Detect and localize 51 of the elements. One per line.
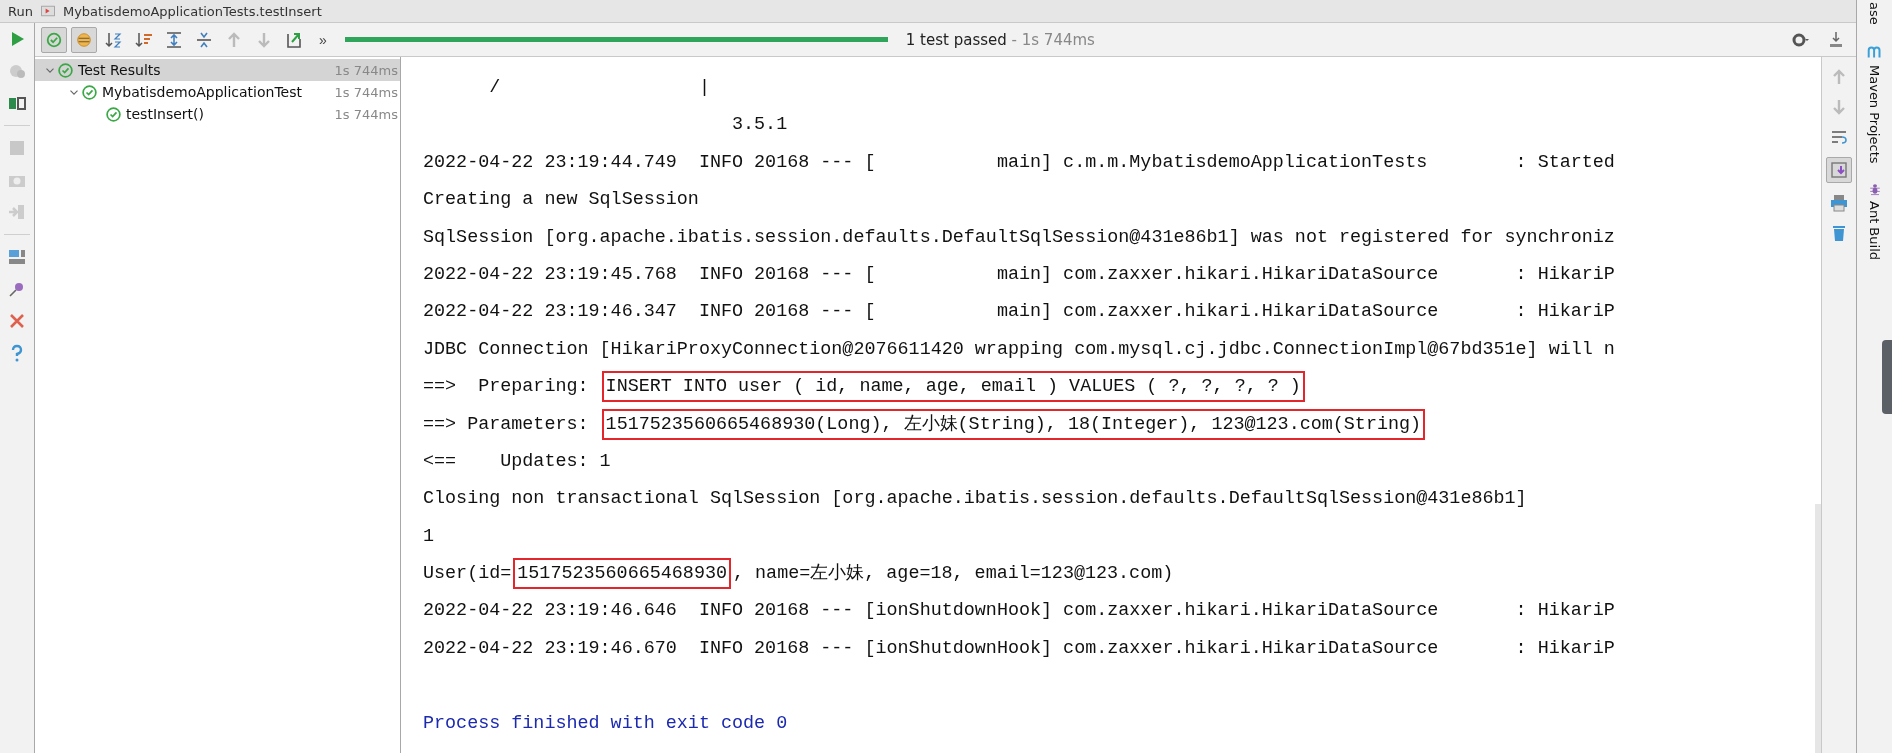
test-status: 1 test passed - 1s 744ms bbox=[905, 30, 1095, 49]
scroll-end-icon bbox=[1829, 160, 1849, 180]
tree-item[interactable]: MybatisdemoApplicationTest 1s 744ms bbox=[35, 81, 400, 103]
show-ignored-button[interactable] bbox=[71, 26, 97, 53]
tree-item[interactable]: testInsert() 1s 744ms bbox=[35, 103, 400, 125]
window-title: MybatisdemoApplicationTests.testInsert bbox=[62, 3, 322, 19]
log-text: 2022-04-22 23:19:46.670 INFO 20168 --- [ionShutdownHook] com.zaxxer.hikari.HikariDataSource : HikariP bbox=[423, 637, 1615, 659]
log-text: 2022-04-22 23:19:44.749 INFO 20168 --- [ main] c.m.m.MybatisdemoApplicationTests : Started bbox=[423, 151, 1615, 173]
layout-icon[interactable] bbox=[7, 247, 27, 267]
log-text: SqlSession [org.apache.ibatis.session.defaults.DefaultSqlSession@431e86b1] was not registered for synchroniz bbox=[423, 226, 1615, 248]
side-tool-tab[interactable]: Maven Projects bbox=[1865, 42, 1884, 164]
log-text: Creating a new SqlSession bbox=[423, 189, 699, 211]
log-text: JDBC Connection [HikariProxyConnection@2076611420 wrapping com.mysql.cj.jdbc.ConnectionImpl@67bd351e] will n bbox=[423, 338, 1615, 360]
highlight-box: 1517523560665468930(Long), 左小妹(String), 18(Integer), 123@123.com(String) bbox=[601, 408, 1426, 440]
test-duration: 1s 744ms bbox=[334, 106, 399, 122]
run-config-icon bbox=[38, 3, 57, 19]
scroll-to-end-button[interactable] bbox=[1826, 157, 1852, 183]
log-text: User(id= bbox=[423, 563, 512, 585]
log-text: Process finished with exit code 0 bbox=[423, 712, 788, 734]
passed-icon bbox=[105, 105, 122, 123]
striped-circle-icon bbox=[75, 30, 93, 49]
highlight-box: 1517523560665468930 bbox=[513, 558, 731, 590]
check-circle-icon bbox=[45, 30, 63, 49]
log-text: 2022-04-22 23:19:45.768 INFO 20168 --- [ main] com.zaxxer.hikari.HikariDataSource : HikariP bbox=[423, 263, 1615, 285]
log-text: ==> Preparing: bbox=[423, 376, 590, 398]
log-text: , name=左小妹, age=18, email=123@123.com) bbox=[733, 563, 1174, 585]
tool-window-label: Run bbox=[8, 3, 33, 19]
print-icon[interactable] bbox=[1829, 193, 1849, 213]
log-text: Closing non transactional SqlSession [org.apache.ibatis.session.defaults.DefaultSqlSession@431e86b1] bbox=[423, 488, 1527, 510]
log-text: / | bbox=[488, 77, 710, 98]
side-tool-tab[interactable]: ase bbox=[1867, 2, 1882, 25]
test-duration: 1s 744ms bbox=[334, 84, 399, 100]
test-duration: 1s 744ms bbox=[334, 62, 399, 78]
log-text: <== Updates: 1 bbox=[423, 450, 611, 472]
log-text: 3.5.1 bbox=[731, 114, 788, 136]
show-passed-button[interactable] bbox=[41, 26, 67, 53]
passed-icon bbox=[81, 83, 98, 101]
test-name: testInsert() bbox=[126, 106, 205, 122]
test-name: Test Results bbox=[78, 62, 162, 78]
test-name: MybatisdemoApplicationTest bbox=[102, 84, 303, 100]
passed-icon bbox=[57, 61, 74, 79]
log-text: 1 bbox=[423, 525, 435, 547]
tree-item[interactable]: Test Results 1s 744ms bbox=[35, 59, 400, 81]
highlight-box: INSERT INTO user ( id, name, age, email ) VALUES ( ?, ?, ?, ? ) bbox=[601, 371, 1305, 403]
log-text: 2022-04-22 23:19:46.646 INFO 20168 --- [ionShutdownHook] com.zaxxer.hikari.HikariDataSource : HikariP bbox=[423, 600, 1615, 622]
log-text: 2022-04-22 23:19:46.347 INFO 20168 --- [ main] com.zaxxer.hikari.HikariDataSource : HikariP bbox=[423, 301, 1615, 323]
scrollbar[interactable] bbox=[1815, 504, 1821, 753]
log-text: ==> Parameters: bbox=[423, 413, 590, 435]
expand-all-icon bbox=[164, 29, 184, 50]
more-button[interactable]: » bbox=[311, 31, 335, 48]
side-tool-tab[interactable]: Ant Build bbox=[1866, 181, 1883, 261]
